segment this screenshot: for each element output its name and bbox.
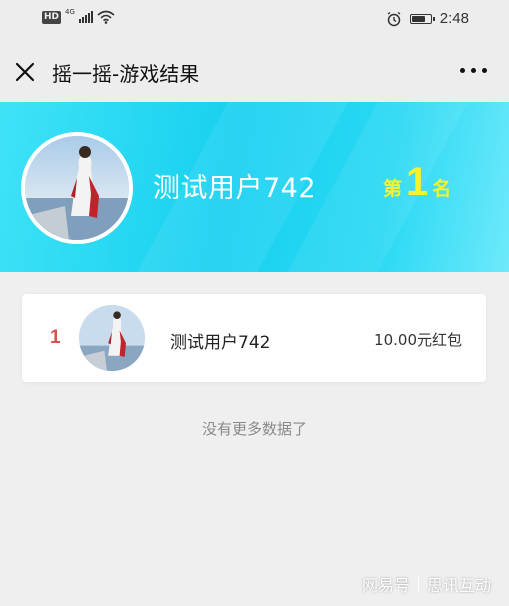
watermark-author: 思讯互动 [426,576,491,595]
rank-suffix: 名 [432,178,452,200]
rank-prefix: 第 [383,178,403,200]
rank-number: 1 [406,160,429,204]
watermark-brand: 网易号 [361,576,410,595]
row-prize: 10.00元红包 [374,331,462,349]
signal-icon [78,11,93,23]
status-bar: HD 4G 2:48 [0,0,509,40]
status-right: 2:48 [386,10,469,27]
more-icon[interactable] [460,62,487,79]
page-title: 摇一摇-游戏结果 [52,62,200,86]
ranking-list: 1 测试用户742 10.00元红包 [22,294,486,382]
winner-name: 测试用户742 [153,173,317,204]
row-rank: 1 [50,327,61,348]
hd-badge: HD [42,10,62,24]
close-icon[interactable] [12,59,38,85]
avatar [79,305,145,371]
nav-bar: 摇一摇-游戏结果 [0,40,509,102]
wifi-icon [97,10,115,24]
watermark-divider [417,576,419,592]
watermark: 网易号 思讯互动 [362,572,491,596]
rank-badge: 第 1 名 [383,160,451,205]
winner-banner: 测试用户742 第 1 名 [0,102,509,272]
status-left: HD 4G [42,8,115,24]
winner-avatar [21,132,133,244]
battery-fill [411,15,425,22]
battery-icon [409,13,435,24]
network-type: 4G [65,8,75,16]
clock-time: 2:48 [439,10,469,27]
row-username: 测试用户742 [170,333,271,353]
no-more-data-text: 没有更多数据了 [201,420,307,438]
alarm-icon [387,11,401,26]
